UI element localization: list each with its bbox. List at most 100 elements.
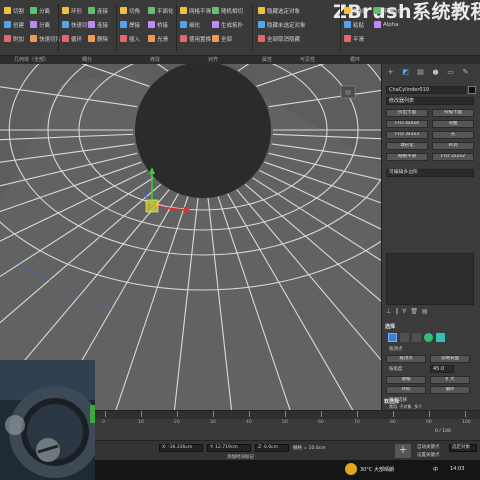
- ribbon-g1-button-5[interactable]: 快速切片: [30, 34, 61, 43]
- set-key-button[interactable]: 设置关键点: [417, 452, 440, 458]
- ribbon-button-label: 连接: [97, 8, 109, 15]
- x-coordinate-field[interactable]: X: -16.336cm: [159, 444, 203, 452]
- modifier-button[interactable]: 扫描卡面: [432, 109, 474, 117]
- modifier-button[interactable]: FFD 2x2x2: [432, 153, 474, 161]
- ribbon-g2-button-3[interactable]: 连接: [88, 6, 108, 15]
- utilities-tab-icon[interactable]: ✎: [461, 68, 470, 77]
- hierarchy-tab-icon[interactable]: ▤: [416, 68, 425, 77]
- selected-dropdown[interactable]: 选定对象: [449, 444, 477, 452]
- ribbon-g6-button-4[interactable]: Alpha: [374, 20, 399, 29]
- show-end-result-icon[interactable]: ‖: [395, 308, 398, 316]
- perspective-viewport[interactable]: [0, 64, 381, 410]
- remove-modifier-icon[interactable]: 🗑: [410, 308, 418, 316]
- object-name-field[interactable]: ChaCylinder019: [386, 86, 466, 94]
- shrink-button[interactable]: 收缩: [386, 376, 426, 384]
- modifier-button[interactable]: 补洞: [432, 142, 474, 150]
- ribbon-g4-button-2[interactable]: 使用置换: [180, 34, 211, 43]
- modify-tab-icon[interactable]: ◩: [401, 68, 410, 77]
- by-angle-checkbox[interactable]: 按角度: [389, 366, 403, 372]
- ribbon-g3-button-2[interactable]: 插入: [120, 34, 140, 43]
- motion-tab-icon[interactable]: ●: [431, 68, 440, 77]
- ribbon-separator: [116, 4, 117, 52]
- time-slider[interactable]: [95, 411, 480, 419]
- create-tab-icon[interactable]: +: [386, 68, 395, 77]
- pin-stack-icon[interactable]: ⊥: [386, 308, 391, 316]
- ribbon-g6-button-0[interactable]: 复制: [344, 6, 364, 15]
- ribbon-g2-button-2[interactable]: 循环: [62, 34, 82, 43]
- modifier-stack-list[interactable]: [386, 253, 474, 305]
- modifier-button[interactable]: FFD 3x3x3: [386, 131, 428, 139]
- set-key-icon[interactable]: ＋: [395, 444, 411, 458]
- edge-mode-icon[interactable]: [400, 333, 409, 342]
- modifier-button[interactable]: 网格平滑: [386, 153, 428, 161]
- vertex-mode-icon[interactable]: [388, 333, 397, 342]
- soft-selection-rollout[interactable]: 软选择: [384, 398, 478, 408]
- polygon-mode-icon[interactable]: [424, 333, 433, 342]
- ribbon-g3-button-5[interactable]: 光滑: [148, 34, 168, 43]
- ribbon-g5-button-2[interactable]: 全部取消隐藏: [258, 34, 300, 43]
- ribbon-g6-button-2[interactable]: 平滑: [344, 34, 364, 43]
- ribbon-g3-button-0[interactable]: 切角: [120, 6, 140, 15]
- ribbon-button-label: Alpha: [383, 21, 399, 28]
- ribbon-tool-icon: [30, 21, 37, 28]
- ribbon-g4-button-4[interactable]: 生成拓扑: [212, 20, 243, 29]
- grow-button[interactable]: 扩大: [430, 376, 470, 384]
- ribbon-g4-button-0[interactable]: 网格平滑: [180, 6, 211, 15]
- by-vertex-checkbox[interactable]: 按顶点: [389, 346, 403, 352]
- border-mode-icon[interactable]: [412, 333, 421, 342]
- ribbon-g5-button-1[interactable]: 隐藏未选定对象: [258, 20, 306, 29]
- ribbon-button-label: 生成拓扑: [221, 22, 244, 29]
- by-vertex-button[interactable]: 按顶点: [386, 355, 426, 363]
- timeline-tick-label: 0: [102, 420, 105, 425]
- ribbon-g3-button-1[interactable]: 焊接: [120, 20, 140, 29]
- ribbon-g6-button-1[interactable]: 粘贴: [344, 20, 364, 29]
- modifier-stack-item[interactable]: 可编辑多边形: [386, 169, 474, 177]
- ribbon-g5-button-0[interactable]: 隐藏选定对象: [258, 6, 300, 15]
- ribbon-g4-button-3[interactable]: 随机相切: [212, 6, 243, 15]
- ribbon-button-label: 插入: [129, 36, 141, 43]
- auto-key-button[interactable]: 自动关键点: [417, 444, 440, 450]
- display-tab-icon[interactable]: ▭: [446, 68, 455, 77]
- viewcube[interactable]: [340, 85, 356, 99]
- modifier-list-dropdown[interactable]: 修改器列表: [386, 97, 474, 105]
- ribbon-g1-button-2[interactable]: 附加: [4, 34, 24, 43]
- ribbon-g2-button-0[interactable]: 环形: [62, 6, 82, 15]
- ribbon-g1-button-0[interactable]: 切割: [4, 6, 24, 15]
- weather-text[interactable]: 30°C 大部晴朗: [360, 466, 394, 473]
- timeline-track[interactable]: 0 10 20 30 40 50 60 70 80 90 100 0 / 100: [95, 410, 480, 440]
- ribbon-g2-button-5[interactable]: 删除: [88, 34, 108, 43]
- modifier-button[interactable]: 挤出卡面: [386, 109, 428, 117]
- modifier-button[interactable]: 弯曲: [432, 120, 474, 128]
- webcam-image: [0, 360, 95, 480]
- angle-value-field[interactable]: 45.0: [430, 365, 454, 373]
- loop-button[interactable]: 循环: [430, 386, 470, 394]
- configure-sets-icon[interactable]: ▤: [422, 308, 428, 316]
- ribbon-g1-button-3[interactable]: 分离: [30, 6, 50, 15]
- ribbon-g3-button-3[interactable]: 平面化: [148, 6, 174, 15]
- ribbon-g6-button-3[interactable]: 平滑30: [374, 6, 401, 15]
- element-mode-icon[interactable]: [436, 333, 445, 342]
- ribbon-button-label: 循环: [71, 36, 83, 43]
- mesh-view[interactable]: [0, 64, 381, 410]
- y-coordinate-field[interactable]: Y: 12.719cm: [207, 444, 251, 452]
- timeline-tick: [213, 411, 214, 417]
- ribbon-tool-icon: [212, 7, 219, 14]
- ribbon-g2-button-4[interactable]: 连接: [88, 20, 108, 29]
- clock-time[interactable]: 14:03: [450, 466, 464, 472]
- ring-button[interactable]: 环形: [386, 386, 426, 394]
- ribbon-g4-button-1[interactable]: 细化: [180, 20, 200, 29]
- ime-indicator[interactable]: 中: [433, 466, 438, 473]
- ribbon-button-label: 全部取消隐藏: [267, 36, 301, 43]
- ribbon-g1-button-1[interactable]: 创建: [4, 20, 24, 29]
- make-unique-icon[interactable]: ∀: [402, 308, 406, 316]
- ribbon-g4-button-5[interactable]: 全部: [212, 34, 232, 43]
- z-coordinate-field[interactable]: Z: 0.0cm: [255, 444, 289, 452]
- modifier-button[interactable]: 球形化: [386, 142, 428, 150]
- ignore-backface-button[interactable]: 忽略背面: [430, 355, 470, 363]
- object-color-swatch[interactable]: [468, 86, 476, 94]
- ribbon-g3-button-4[interactable]: 桥接: [148, 20, 168, 29]
- weather-icon[interactable]: [345, 463, 357, 475]
- modifier-button[interactable]: 壳: [432, 131, 474, 139]
- modifier-button[interactable]: FFD 4x4x4: [386, 120, 428, 128]
- ribbon-g1-button-4[interactable]: 分离: [30, 20, 50, 29]
